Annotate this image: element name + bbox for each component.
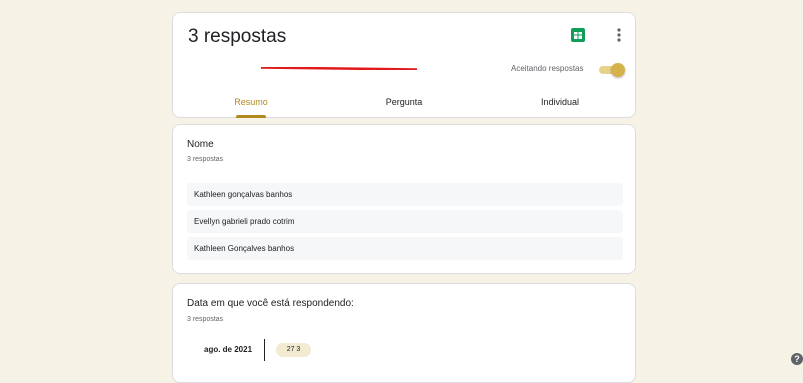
tab-pergunta[interactable]: Pergunta: [371, 97, 437, 107]
name-question-card: Nome 3 respostas Kathleen gonçalvas banh…: [172, 124, 636, 274]
red-redaction-line: [261, 67, 417, 70]
response-count: 3 respostas: [187, 156, 224, 163]
active-tab-indicator: [236, 115, 266, 118]
page-title: 3 respostas: [188, 26, 287, 47]
accepting-responses-label: Aceitando respostas: [511, 64, 584, 73]
list-item: Kathleen gonçalvas banhos: [187, 183, 623, 206]
google-sheets-icon[interactable]: [571, 28, 585, 42]
help-icon[interactable]: ?: [791, 353, 803, 365]
day-response-chip: 27 3: [276, 343, 311, 357]
tab-individual[interactable]: Individual: [525, 97, 595, 107]
tab-resumo[interactable]: Resumo: [218, 97, 284, 107]
list-item: Evellyn gabrieli prado cotrim: [187, 210, 623, 233]
top-strip: [0, 0, 803, 8]
accepting-responses-toggle[interactable]: [597, 63, 625, 77]
response-count: 3 respostas: [187, 316, 224, 323]
list-item: Kathleen Gonçalves banhos: [187, 237, 623, 260]
toggle-thumb: [611, 63, 625, 77]
more-options-icon[interactable]: [613, 26, 625, 44]
date-question-card: Data em que você está respondendo: 3 res…: [172, 283, 636, 383]
month-label: ago. de 2021: [204, 345, 253, 354]
question-title: Nome: [187, 139, 214, 150]
date-divider: [264, 339, 265, 361]
question-title: Data em que você está respondendo:: [187, 298, 354, 309]
responses-summary-card: 3 respostas Aceitando respostas Resumo P…: [172, 12, 636, 118]
